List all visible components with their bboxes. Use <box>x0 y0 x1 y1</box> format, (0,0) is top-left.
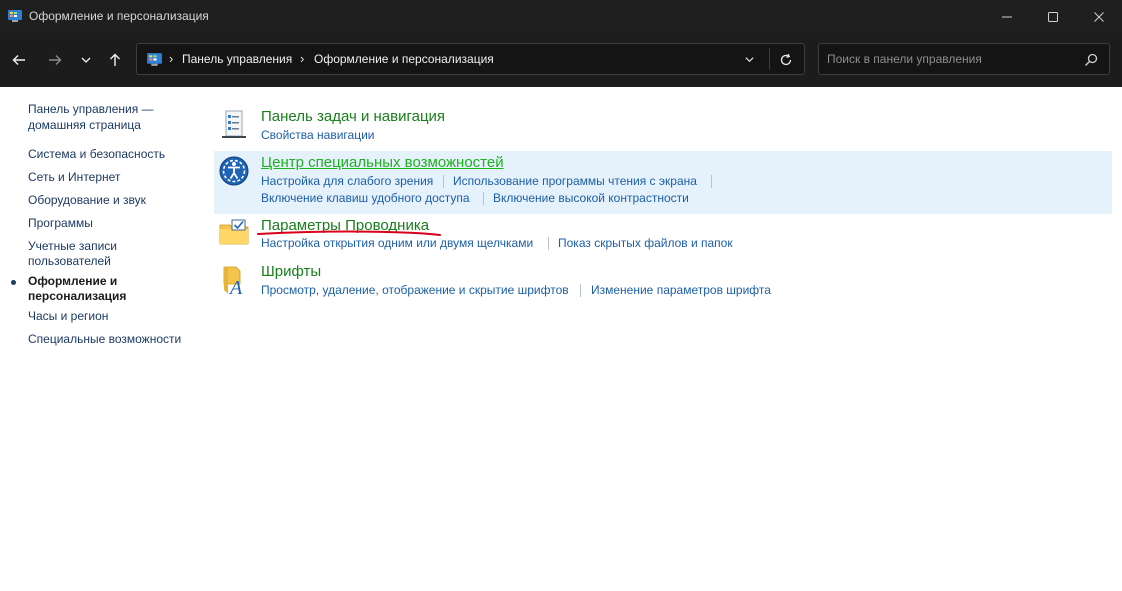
breadcrumb-control-panel[interactable]: Панель управления <box>182 52 292 66</box>
window-title: Оформление и персонализация <box>29 9 209 23</box>
folder-options-icon <box>219 219 249 245</box>
category-fonts: A Шрифты Просмотр, удаление, отображение… <box>214 260 1112 306</box>
category-accessibility: Центр специальных возможностей Настройка… <box>214 151 1112 214</box>
address-dropdown-button[interactable] <box>741 51 757 67</box>
link-high-contrast[interactable]: Включение высокой контрастности <box>493 191 689 205</box>
refresh-icon <box>780 53 792 66</box>
control-panel-icon <box>147 53 162 66</box>
link-sticky-keys[interactable]: Включение клавиш удобного доступа <box>261 191 470 205</box>
sidebar-item-programs[interactable]: Программы <box>28 216 198 231</box>
link-separator <box>548 237 549 250</box>
link-screen-reader[interactable]: Использование программы чтения с экрана <box>453 174 697 188</box>
maximize-icon <box>1048 11 1058 22</box>
link-separator <box>483 192 484 205</box>
category-title-accessibility[interactable]: Центр специальных возможностей <box>261 154 504 171</box>
search-icon[interactable] <box>1083 52 1099 68</box>
annotation-underline <box>257 230 441 236</box>
link-view-fonts[interactable]: Просмотр, удаление, отображение и скрыти… <box>261 283 569 297</box>
sidebar-item-network[interactable]: Сеть и Интернет <box>28 170 198 185</box>
back-button[interactable] <box>7 48 31 72</box>
link-separator <box>443 175 444 188</box>
link-font-settings[interactable]: Изменение параметров шрифта <box>591 283 771 297</box>
forward-button[interactable] <box>43 48 67 72</box>
control-panel-icon <box>8 10 22 22</box>
link-show-hidden-files[interactable]: Показ скрытых файлов и папок <box>558 236 733 250</box>
recent-locations-button[interactable] <box>74 48 98 72</box>
breadcrumb-appearance[interactable]: Оформление и персонализация <box>314 52 494 66</box>
taskbar-icon <box>222 110 246 138</box>
maximize-button[interactable] <box>1030 0 1076 33</box>
svg-text:A: A <box>228 277 243 296</box>
minimize-button[interactable] <box>984 0 1030 33</box>
sidebar-item-accounts[interactable]: Учетные записи пользователей <box>28 239 128 269</box>
link-separator <box>711 175 712 188</box>
breadcrumb-separator: › <box>169 51 174 66</box>
chevron-down-icon <box>81 57 91 63</box>
sidebar-item-hardware[interactable]: Оборудование и звук <box>28 193 198 208</box>
address-bar[interactable]: › Панель управления › Оформление и персо… <box>136 43 805 75</box>
up-button[interactable] <box>103 48 127 72</box>
sidebar: Панель управления — домашняя страница Си… <box>0 87 200 591</box>
close-icon <box>1094 11 1104 22</box>
category-title-fonts[interactable]: Шрифты <box>261 263 321 280</box>
sidebar-item-clock-region[interactable]: Часы и регион <box>28 309 198 324</box>
search-input[interactable] <box>827 50 1077 68</box>
sidebar-item-system[interactable]: Система и безопасность <box>28 147 198 162</box>
active-item-bullet <box>11 280 16 285</box>
fonts-icon: A <box>223 266 243 296</box>
accessibility-icon <box>219 156 249 186</box>
arrow-right-icon <box>49 55 62 65</box>
close-button[interactable] <box>1076 0 1122 33</box>
link-low-vision[interactable]: Настройка для слабого зрения <box>261 174 433 188</box>
category-title-taskbar[interactable]: Панель задач и навигация <box>261 108 445 125</box>
arrow-up-icon <box>110 53 120 66</box>
search-box[interactable] <box>818 43 1110 75</box>
link-navigation-properties[interactable]: Свойства навигации <box>261 128 374 142</box>
minimize-icon <box>1002 16 1012 17</box>
arrow-left-icon <box>12 55 25 65</box>
sidebar-item-accessibility[interactable]: Специальные возможности <box>28 332 198 347</box>
link-separator <box>580 284 581 297</box>
breadcrumb-separator: › <box>300 51 305 66</box>
title-bar: Оформление и персонализация <box>0 0 1122 33</box>
address-divider <box>769 48 770 70</box>
sidebar-item-appearance: Оформление и персонализация <box>28 274 127 303</box>
category-taskbar: Панель задач и навигация Свойства навига… <box>214 104 1112 150</box>
sidebar-home-link[interactable]: Панель управления — домашняя страница <box>28 101 188 133</box>
chevron-down-icon <box>744 56 754 62</box>
refresh-button[interactable] <box>777 51 795 69</box>
navigation-bar: › Панель управления › Оформление и персо… <box>0 33 1122 87</box>
